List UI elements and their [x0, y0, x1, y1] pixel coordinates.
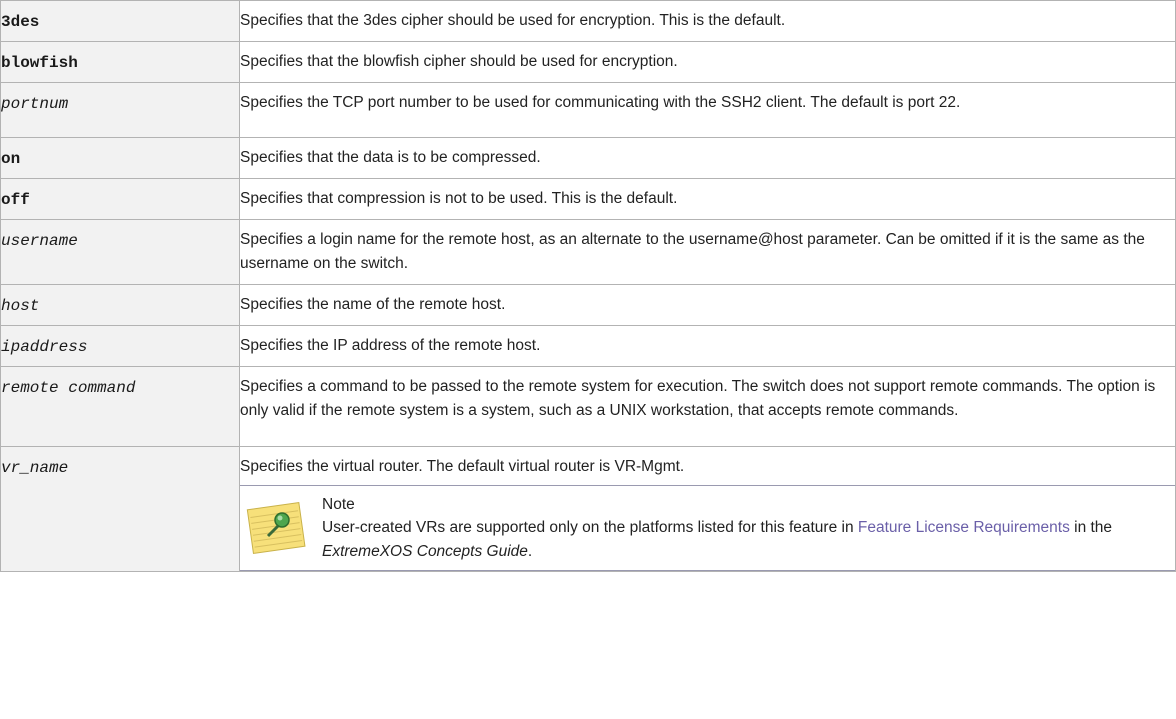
desc-cell: Specifies that the 3des cipher should be… [239, 0, 1176, 42]
desc-cell: Specifies a login name for the remote ho… [239, 219, 1176, 285]
param-cell: off [0, 178, 240, 220]
desc-cell: Specifies that compression is not to be … [239, 178, 1176, 220]
param-cell: 3des [0, 0, 240, 42]
desc-cell: Specifies the virtual router. The defaul… [239, 446, 1176, 572]
desc-cell: Specifies the IP address of the remote h… [239, 325, 1176, 367]
param-name: blowfish [1, 54, 78, 72]
parameter-table: 3des Specifies that the 3des cipher shou… [0, 0, 1176, 572]
param-name: on [1, 150, 21, 168]
param-name: off [1, 191, 30, 209]
table-row: on Specifies that the data is to be comp… [0, 137, 1176, 179]
param-cell: ipaddress [0, 325, 240, 367]
param-description: Specifies that the 3des cipher should be… [240, 12, 786, 29]
note-text-end: . [527, 543, 533, 560]
param-name: 3des [1, 13, 40, 31]
note-box: Note User-created VRs are supported only… [240, 485, 1175, 571]
param-description: Specifies that the data is to be compres… [240, 149, 541, 166]
param-name: remote command [1, 379, 136, 397]
param-description: Specifies that compression is not to be … [240, 190, 678, 207]
table-row: 3des Specifies that the 3des cipher shou… [0, 0, 1176, 42]
table-row: username Specifies a login name for the … [0, 219, 1176, 285]
table-row: host Specifies the name of the remote ho… [0, 284, 1176, 326]
note-text: User-created VRs are supported only on t… [322, 516, 1175, 564]
param-description: Specifies the name of the remote host. [240, 296, 506, 313]
note-text-start: User-created VRs are supported only on t… [322, 519, 858, 536]
table-row: remote command Specifies a command to be… [0, 366, 1176, 447]
table-row: vr_name Specifies the virtual router. Th… [0, 446, 1176, 572]
desc-cell: Specifies a command to be passed to the … [239, 366, 1176, 447]
table-row: blowfish Specifies that the blowfish cip… [0, 41, 1176, 83]
param-description: Specifies a command to be passed to the … [240, 378, 1156, 419]
param-name: host [1, 297, 40, 315]
desc-cell: Specifies that the data is to be compres… [239, 137, 1176, 179]
param-description: Specifies the IP address of the remote h… [240, 337, 541, 354]
param-name: vr_name [1, 459, 69, 477]
note-title: Note [322, 496, 355, 513]
table-row: portnum Specifies the TCP port number to… [0, 82, 1176, 138]
desc-cell: Specifies that the blowfish cipher shoul… [239, 41, 1176, 83]
param-name: portnum [1, 95, 69, 113]
table-row: off Specifies that compression is not to… [0, 178, 1176, 220]
param-description: Specifies the virtual router. The defaul… [240, 458, 685, 475]
note-text-middle: in the [1069, 519, 1113, 536]
note-pad-icon [240, 494, 322, 564]
param-cell: on [0, 137, 240, 179]
param-cell: blowfish [0, 41, 240, 83]
param-name: username [1, 232, 78, 250]
param-cell: portnum [0, 82, 240, 138]
concepts-guide-title: ExtremeXOS Concepts Guide [322, 543, 528, 560]
param-description: Specifies that the blowfish cipher shoul… [240, 53, 678, 70]
desc-cell: Specifies the TCP port number to be used… [239, 82, 1176, 138]
param-name: ipaddress [1, 338, 88, 356]
param-cell: vr_name [0, 446, 240, 572]
desc-cell: Specifies the name of the remote host. [239, 284, 1176, 326]
param-cell: remote command [0, 366, 240, 447]
note-body: Note User-created VRs are supported only… [322, 494, 1175, 564]
param-description: Specifies a login name for the remote ho… [240, 231, 1145, 272]
table-row: ipaddress Specifies the IP address of th… [0, 325, 1176, 367]
param-cell: host [0, 284, 240, 326]
param-cell: username [0, 219, 240, 285]
feature-license-link[interactable]: Feature License Requirements [858, 519, 1070, 536]
param-description: Specifies the TCP port number to be used… [240, 94, 961, 111]
